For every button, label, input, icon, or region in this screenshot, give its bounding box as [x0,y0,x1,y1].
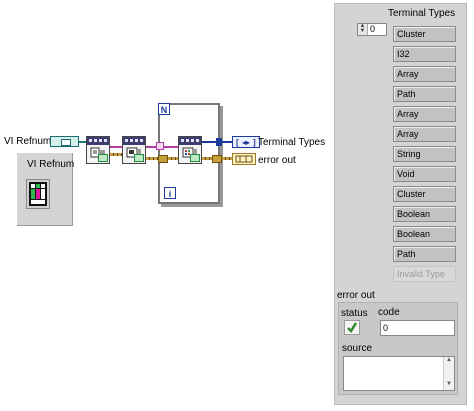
reference-tunnel-in[interactable] [156,142,164,150]
source-field[interactable]: ▲ ▼ [343,356,455,391]
array-element[interactable]: Path [393,246,456,262]
status-label: status [341,308,368,319]
array-element[interactable]: Path [393,86,456,102]
vi-icon [26,179,50,209]
property-node-1[interactable] [86,136,110,164]
array-output-tunnel[interactable] [216,138,222,146]
reference-wire-1 [110,146,122,148]
code-label: code [378,307,400,318]
array-element[interactable]: Cluster [393,26,456,42]
error-wire-3 [168,157,178,160]
error-wire-5 [222,157,232,160]
source-scrollbar[interactable]: ▲ ▼ [443,357,454,390]
type-descriptor-icon: [ ◂▸ ] [236,138,256,147]
property-node-2[interactable] [122,136,146,164]
error-out-label: error out [337,290,375,301]
array-element[interactable]: Array [393,106,456,122]
shift-register-right[interactable] [212,155,222,163]
array-element[interactable]: I32 [393,46,456,62]
error-wire-2 [146,157,158,160]
vi-refnum-control-label: VI Refnum [27,159,75,170]
vi-refnum-terminal-label: VI Refnum [4,136,52,147]
error-wire-1 [110,153,122,156]
error-cluster-icon [235,155,253,163]
svg-text:[: [ [236,138,239,147]
array-element[interactable]: Array [393,66,456,82]
refnum-wire [79,141,86,143]
error-out-terminal[interactable] [232,153,256,165]
property-node-3[interactable] [178,136,202,164]
shift-register-left[interactable] [158,155,168,163]
code-field[interactable]: 0 [380,320,455,336]
array-element-disabled: Invalid Type [393,266,456,282]
loop-count-terminal[interactable]: N [158,103,170,115]
error-out-terminal-label: error out [258,155,296,166]
error-wire-4 [202,157,212,160]
array-element[interactable]: String [393,146,456,162]
loop-iteration-terminal[interactable]: i [164,187,176,199]
reference-wire-3 [164,146,178,148]
terminal-types-indicator-terminal[interactable]: [ ◂▸ ] [232,136,260,148]
array-element[interactable]: Boolean [393,226,456,242]
svg-text:◂▸: ◂▸ [242,138,250,147]
terminal-types-terminal-label: Terminal Types [258,137,326,148]
array-element[interactable]: Array [393,126,456,142]
scroll-down-icon[interactable]: ▼ [444,381,454,387]
checkmark-icon [347,322,358,333]
source-label: source [342,343,373,354]
svg-text:]: ] [253,138,256,147]
array-element[interactable]: Cluster [393,186,456,202]
vi-refnum-terminal[interactable] [50,136,79,147]
array-element[interactable]: Void [393,166,456,182]
status-indicator[interactable] [344,320,360,335]
terminal-types-label: Terminal Types [388,8,456,19]
array-index-spinner[interactable]: ▲ ▼ [358,23,368,35]
array-element[interactable]: Boolean [393,206,456,222]
